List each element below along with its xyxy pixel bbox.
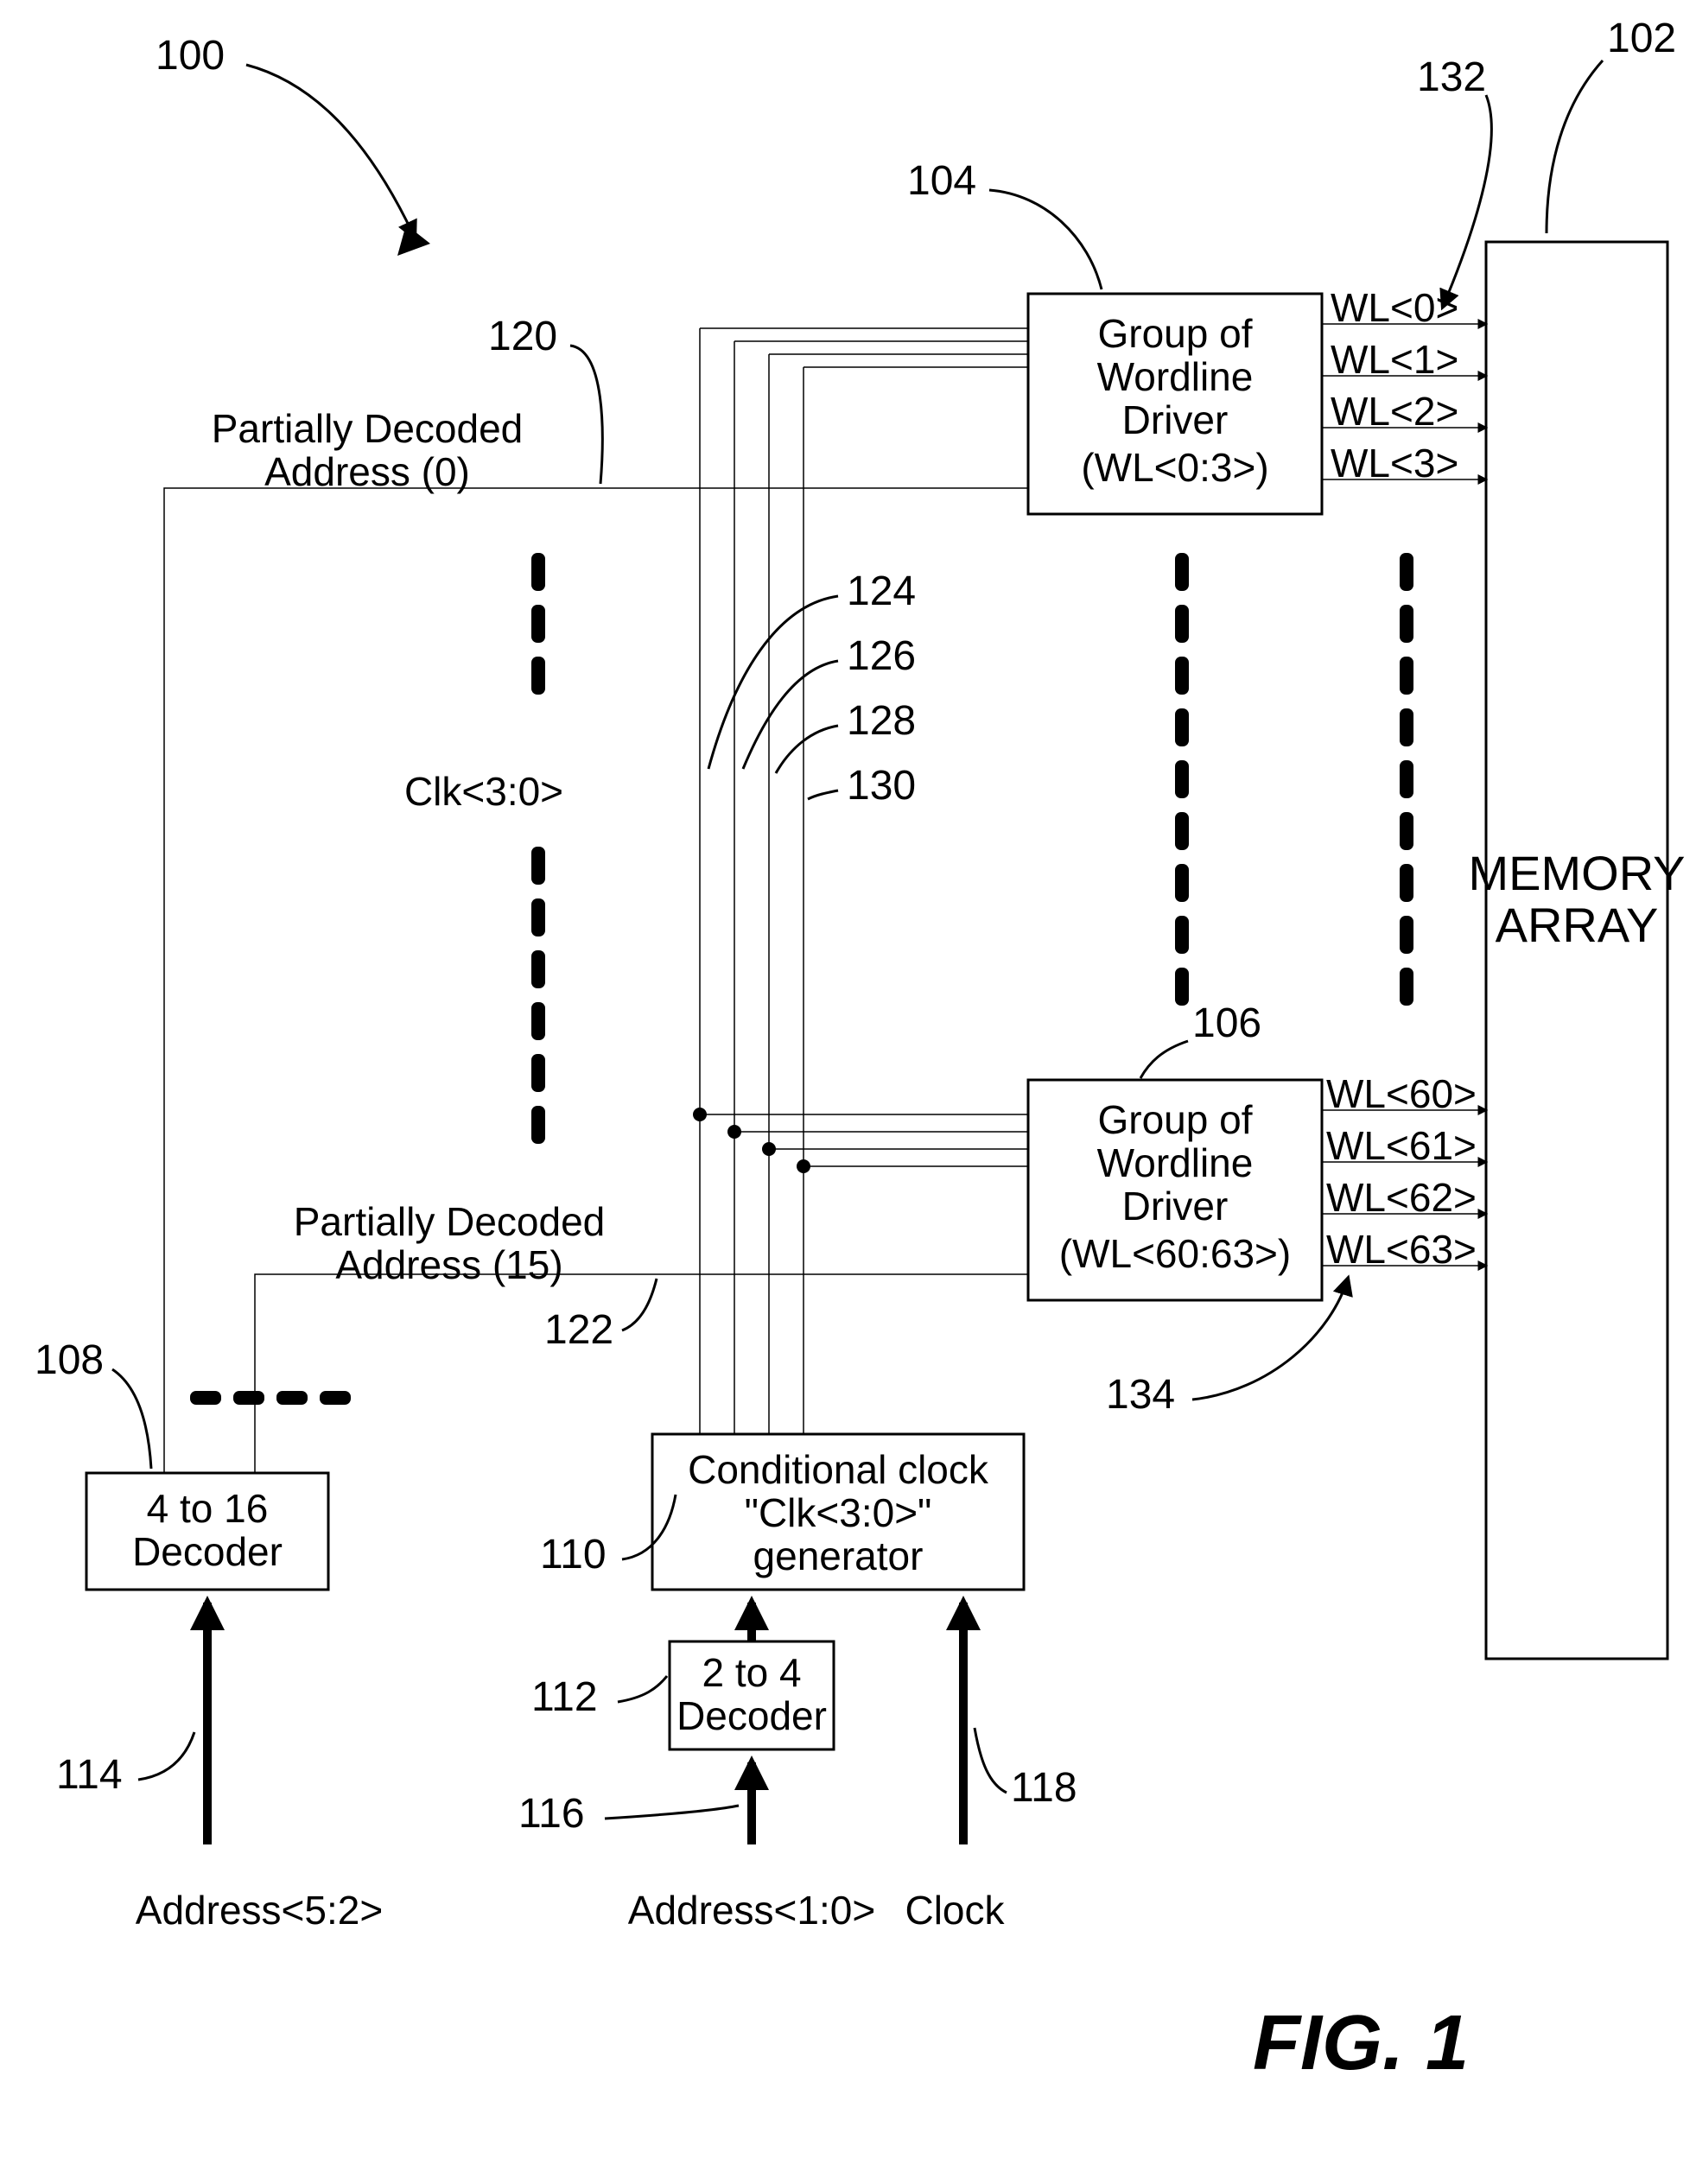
leader-120 (570, 346, 602, 484)
wl0-label: WL<0> (1331, 285, 1458, 330)
ccg-l1: Conditional clock (688, 1447, 989, 1492)
ref-116: 116 (518, 1791, 585, 1837)
junction-dot (762, 1142, 776, 1156)
memory-array-line2: ARRAY (1496, 898, 1659, 952)
leader-106 (1140, 1041, 1188, 1078)
leader-132 (1443, 95, 1491, 307)
wl61-label: WL<61> (1326, 1123, 1477, 1168)
leader-118 (975, 1728, 1007, 1793)
ref-108: 108 (35, 1337, 104, 1383)
wl62-label: WL<62> (1326, 1175, 1477, 1220)
ref-106: 106 (1192, 1000, 1261, 1046)
vdots-wordlines (1400, 553, 1413, 1006)
decoder-2to4-l1: 2 to 4 (702, 1650, 801, 1695)
wordline-driver-top-l2: Wordline (1097, 354, 1254, 399)
ref-104: 104 (907, 158, 976, 204)
ref-124: 124 (847, 568, 916, 614)
leader-128 (776, 726, 838, 773)
wordline-driver-top-l1: Group of (1098, 311, 1253, 356)
wl60-label: WL<60> (1326, 1071, 1477, 1116)
ref-118: 118 (1011, 1765, 1077, 1811)
junction-dot (727, 1125, 741, 1139)
leader-114 (138, 1732, 194, 1780)
leader-130 (808, 790, 838, 799)
ref-122: 122 (544, 1307, 613, 1353)
clock-label: Clock (905, 1888, 1005, 1933)
pda0-line2: Address (0) (264, 449, 470, 494)
addr52-label: Address<5:2> (136, 1888, 383, 1933)
ref-130: 130 (847, 763, 916, 809)
wl2-label: WL<2> (1331, 389, 1458, 434)
vdots-driver-group (1175, 553, 1189, 1006)
arrowhead-100 (397, 225, 430, 256)
ref-134: 134 (1106, 1372, 1175, 1418)
wl3-label: WL<3> (1331, 441, 1458, 486)
leader-102 (1547, 60, 1603, 233)
vdots-partially-decoded (531, 553, 545, 1144)
ref-110: 110 (540, 1532, 607, 1578)
ccg-l2: "Clk<3:0>" (745, 1490, 932, 1535)
junction-dot (797, 1159, 810, 1173)
figure-caption: FIG. 1 (1253, 2000, 1469, 2086)
memory-array-line1: MEMORY (1469, 846, 1686, 900)
leader-116 (605, 1806, 739, 1819)
ref-100: 100 (156, 33, 225, 79)
leader-108 (112, 1369, 151, 1469)
ref-102: 102 (1607, 16, 1676, 61)
ref-128: 128 (847, 698, 916, 744)
hdots-decoder-out (190, 1391, 351, 1405)
wl1-label: WL<1> (1331, 337, 1458, 382)
leader-122 (622, 1279, 657, 1330)
pda15-line2: Address (15) (335, 1242, 562, 1287)
wordline-driver-bottom-l4: (WL<60:63>) (1059, 1231, 1291, 1276)
decoder-4to16-l1: 4 to 16 (147, 1486, 269, 1531)
addr10-label: Address<1:0> (628, 1888, 875, 1933)
pda15-line1: Partially Decoded (294, 1199, 606, 1244)
ref-114: 114 (56, 1752, 123, 1798)
leader-100 (246, 65, 415, 238)
leader-124 (708, 596, 838, 769)
ref-120: 120 (488, 314, 557, 359)
pda0-line1: Partially Decoded (212, 406, 524, 451)
wordline-driver-bottom-l2: Wordline (1097, 1140, 1254, 1185)
wordline-driver-bottom-l3: Driver (1122, 1184, 1229, 1228)
wordline-driver-top-l3: Driver (1122, 397, 1229, 442)
ref-126: 126 (847, 633, 916, 679)
junction-dot (693, 1108, 707, 1121)
wordline-driver-bottom-l1: Group of (1098, 1097, 1253, 1142)
leader-104 (989, 190, 1102, 289)
ref-132: 132 (1417, 54, 1486, 100)
wl63-label: WL<63> (1326, 1227, 1477, 1272)
diagram-root: MEMORY ARRAY Group of Wordline Driver (W… (0, 0, 1696, 2184)
clkbus-label: Clk<3:0> (404, 769, 563, 814)
ccg-l3: generator (753, 1533, 924, 1578)
ref-112: 112 (531, 1674, 598, 1720)
leader-112 (618, 1676, 667, 1702)
wordline-driver-top-l4: (WL<0:3>) (1081, 445, 1268, 490)
decoder-4to16-l2: Decoder (132, 1529, 283, 1574)
decoder-2to4-l2: Decoder (676, 1693, 827, 1738)
